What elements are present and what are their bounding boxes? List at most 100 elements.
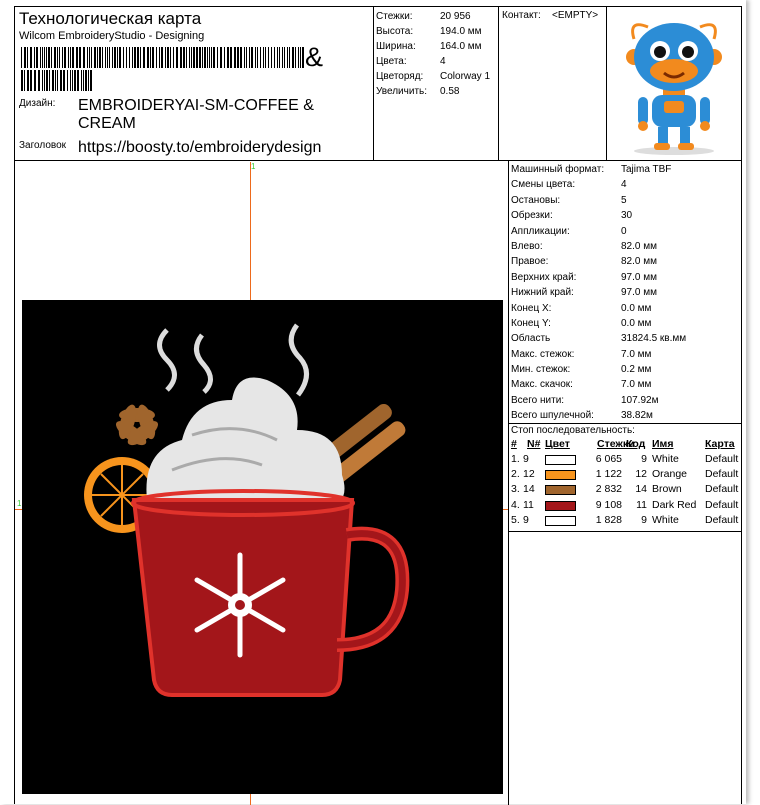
machine-stat-row: Нижний край: 97.0 мм [511,285,741,300]
barcode-bar [114,47,116,68]
barcode-bar [27,47,28,68]
barcode-bar [237,47,239,68]
machine-stat-value: 82.0 мм [621,240,657,252]
machine-stat-value: 4 [621,179,627,191]
header-bottom-rule [15,160,742,161]
summary-value: Colorway 1 [440,71,491,82]
stop-column-header: Имя [652,438,674,450]
machine-stat-label: Остановы: [511,194,561,206]
barcode-bar [119,47,121,68]
barcode-bar [60,70,62,91]
barcode-bar [62,47,63,68]
barcode-bar [193,47,195,68]
barcode-bar [76,47,78,68]
machine-stat-value: 7.0 мм [621,379,652,391]
barcode-bar [161,47,163,68]
summary-row: Стежки: 20 956 [376,9,498,24]
machine-stat-value: 31824.5 кв.мм [621,333,687,345]
stop-color-swatch [545,500,576,511]
machine-stat-row: Область 31824.5 кв.мм [511,331,741,346]
barcode-bar [227,47,229,68]
machine-stat-label: Правое: [511,256,549,268]
barcode-bar [268,47,269,68]
barcode-bar [48,47,50,68]
barcode-bar [24,47,26,68]
barcode-bar [240,47,242,68]
barcode-bar [167,47,169,68]
barcode-bar [173,47,174,68]
machine-stat-value: 107.92м [621,394,659,406]
barcode-bar [63,70,65,91]
barcode-bar [257,47,258,68]
worksheet-frame: Технологическая карта Wilcom EmbroideryS… [14,6,742,805]
barcode-bar [55,70,56,91]
machine-stat-value: 0.0 мм [621,317,652,329]
stop-name: Orange [652,468,688,481]
barcode-bar [30,70,32,91]
stop-code: 9 [641,513,647,526]
worksheet-page: Технологическая карта Wilcom EmbroideryS… [0,0,746,805]
barcode-bar [217,47,218,68]
summary-label: Цветоряд: [376,71,424,82]
barcode-bar [67,70,68,91]
machine-stat-label: Макс. стежок: [511,348,575,360]
barcode-bar [132,47,133,68]
barcode-bar [40,47,41,68]
barcode-bar [150,47,151,68]
stop-code: 12 [635,468,647,481]
barcode-bar [204,47,206,68]
contact-value: <EMPTY> [552,10,599,21]
barcode-bar [34,70,36,91]
machine-stat-label: Аппликации: [511,225,570,237]
machine-stat-label: Нижний край: [511,287,574,299]
stop-sequence-title: Стоп последовательность: [511,425,635,436]
barcode-bar [196,47,198,68]
stop-column-header: Код [626,438,646,450]
barcode-bar [21,47,22,68]
design-summary: Стежки: 20 956 Высота: 194.0 мм Ширина: 164.0… [376,9,498,99]
robot-thumbnail [626,23,722,155]
barcode-bar [279,47,280,68]
stop-map: Default [705,468,739,481]
machine-stat-row: Влево: 82.0 мм [511,239,741,254]
machine-stat-row: Машинный формат: Tajima TBF [511,162,741,177]
barcode-bar [170,47,171,68]
machine-stat-value: 0.0 мм [621,302,652,314]
barcode-bar [97,47,98,68]
stop-row: 3. 14 2 832 14 Brown Default [511,483,741,498]
machine-stat-row: Конец Y: 0.0 мм [511,316,741,331]
stop-map: Default [705,498,739,511]
barcode-bar [295,47,296,68]
machine-stat-row: Макс. стежок: 7.0 мм [511,347,741,362]
stop-sequence-table: # N# Цвет Стежки Код Имя Карта 1. 9 6 065 9 White De… [511,438,741,530]
barcode-bar [109,47,110,68]
barcode-bar [234,47,236,68]
machine-stat-label: Макс. скачок: [511,379,573,391]
stop-color-swatch [545,455,576,465]
summary-row: Цвета: 4 [376,54,498,69]
machine-stat-label: Всего шпулечной: [511,410,594,422]
barcode-bar [284,47,285,68]
heading-value: https://boosty.to/embroiderydesign [78,139,322,156]
stop-map: Default [705,513,739,526]
barcode-bar [191,47,192,68]
machine-stat-row: Верхних край: 97.0 мм [511,270,741,285]
barcode-bar [251,47,253,68]
barcode-bar [88,70,89,91]
barcode-bar [51,47,52,68]
barcode-bar [42,47,43,68]
barcode-bar [176,47,178,68]
stop-row: 4. 11 9 108 11 Dark Red Default [511,499,741,514]
machine-stat-value: 30 [621,210,633,222]
barcode-bar [85,70,87,91]
stop-column-header: # [511,438,517,450]
canvas-marker-left: 1 [17,499,22,508]
barcode-bar [180,47,182,68]
machine-stat-label: Влево: [511,240,543,252]
barcode [21,47,304,91]
summary-value: 194.0 мм [440,26,482,37]
barcode-bar [72,47,74,68]
machine-stat-value: 0 [621,225,627,237]
design-label: Дизайн: [19,98,56,109]
summary-label: Ширина: [376,41,416,52]
